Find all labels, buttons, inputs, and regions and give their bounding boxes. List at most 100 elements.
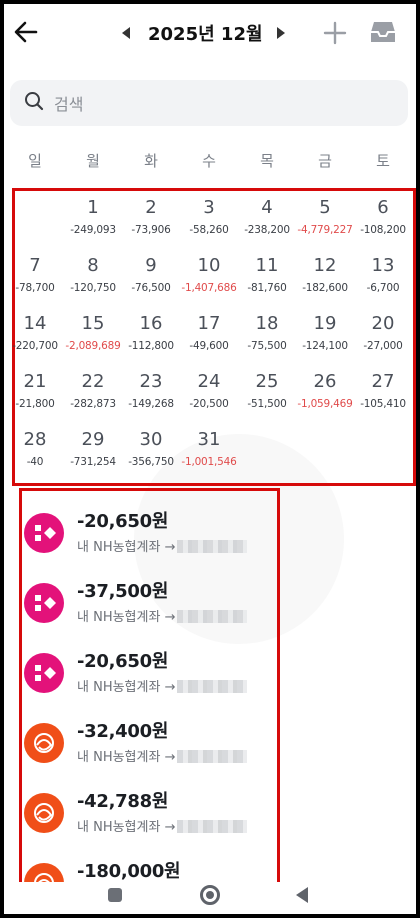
day-number: 22 (81, 371, 105, 392)
day-number: 29 (81, 429, 105, 450)
calendar-day[interactable]: 23 -149,268 (122, 371, 180, 410)
day-number: 7 (29, 255, 41, 276)
weekday-label: 금 (318, 152, 332, 170)
day-amount: -27,000 (363, 340, 403, 352)
day-number: 21 (23, 371, 47, 392)
calendar-day[interactable]: 6 -108,200 (354, 197, 412, 236)
inbox-icon[interactable] (370, 18, 396, 46)
calendar-day[interactable]: 10 -1,407,686 (180, 255, 238, 294)
transaction-description: 내 NH농협계좌 → (77, 676, 248, 695)
day-amount: -112,800 (128, 340, 174, 352)
transaction-row[interactable]: -42,788원내 NH농협계좌 → (22, 787, 277, 847)
calendar-day[interactable]: 8 -120,750 (64, 255, 122, 294)
transaction-row[interactable]: -20,650원 내 NH농협계좌 → (22, 507, 277, 567)
day-amount: -220,700 (12, 340, 58, 352)
calendar-day[interactable]: 19 -124,100 (296, 313, 354, 352)
day-amount: -40 (26, 456, 44, 468)
plus-icon[interactable] (322, 20, 348, 46)
home-button[interactable] (200, 885, 220, 905)
toss-pink-icon (24, 513, 64, 553)
day-number: 12 (313, 255, 337, 276)
day-amount: -6,700 (366, 282, 400, 294)
calendar-day[interactable]: 25 -51,500 (238, 371, 296, 410)
day-number: 20 (371, 313, 395, 334)
day-amount: -1,001,546 (181, 456, 237, 468)
transaction-amount: -180,000원 (77, 861, 181, 882)
day-amount: -182,600 (302, 282, 348, 294)
search-bar[interactable]: 검색 (10, 80, 408, 126)
day-number: 4 (261, 197, 273, 218)
day-amount: -75,500 (247, 340, 287, 352)
month-navigator: 2025년 12월 (122, 18, 285, 48)
transaction-amount: -37,500원 (77, 581, 169, 602)
back-arrow-icon[interactable] (10, 16, 42, 48)
day-amount: -20,500 (189, 398, 229, 410)
day-number: 17 (197, 313, 221, 334)
weekday-label: 수 (202, 152, 216, 170)
calendar-day[interactable]: 20 -27,000 (354, 313, 412, 352)
month-label[interactable]: 2025년 12월 (148, 20, 263, 46)
calendar-day[interactable]: 1 -249,093 (64, 197, 122, 236)
transaction-row[interactable]: -20,650원 내 NH농협계좌 → (22, 647, 277, 707)
calendar-day[interactable]: 7 -78,700 (6, 255, 64, 294)
day-number: 5 (319, 197, 331, 218)
day-amount: -81,760 (247, 282, 287, 294)
day-number: 1 (87, 197, 99, 218)
calendar-day[interactable]: 5 -4,779,227 (296, 197, 354, 236)
calendar-day[interactable]: 16 -112,800 (122, 313, 180, 352)
weekday-label: 목 (260, 152, 274, 170)
calendar-day[interactable]: 4 -238,200 (238, 197, 296, 236)
weekday-header: 일월화수목금토 (4, 150, 416, 176)
calendar-day[interactable]: 17 -49,600 (180, 313, 238, 352)
calendar-day[interactable]: 21 -21,800 (6, 371, 64, 410)
transaction-description: 내 NH농협계좌 → (77, 606, 248, 625)
recent-apps-button[interactable] (108, 888, 122, 902)
calendar-day[interactable]: 18 -75,500 (238, 313, 296, 352)
calendar-day[interactable]: 2 -73,906 (122, 197, 180, 236)
day-number: 27 (371, 371, 395, 392)
transaction-account-label: 내 NH농협계좌 → (77, 540, 176, 555)
chevron-right-icon[interactable] (276, 27, 285, 39)
chevron-left-icon[interactable] (122, 27, 130, 39)
transaction-amount: -42,788원 (77, 791, 169, 812)
day-number: 31 (197, 429, 221, 450)
day-amount: -51,500 (247, 398, 287, 410)
day-amount: -356,750 (128, 456, 174, 468)
calendar-day[interactable]: 14 -220,700 (6, 313, 64, 352)
day-number: 10 (197, 255, 221, 276)
transaction-row[interactable]: -37,500원내 NH농협계좌 → (22, 577, 277, 637)
day-number: 14 (23, 313, 47, 334)
calendar-day[interactable]: 3 -58,260 (180, 197, 238, 236)
calendar-day[interactable]: 24 -20,500 (180, 371, 238, 410)
day-number: 3 (203, 197, 215, 218)
transaction-list: -20,650원 내 NH농협계좌 → -37,500원 내 NH농협계좌 → -20,… (19, 488, 280, 886)
day-amount: -249,093 (70, 224, 116, 236)
back-button[interactable] (296, 887, 308, 903)
weekday-label: 화 (144, 152, 158, 170)
calendar-day[interactable]: 22 -282,873 (64, 371, 122, 410)
day-number: 25 (255, 371, 279, 392)
transaction-description: 내 NH농협계좌 → (77, 746, 248, 765)
weekday-label: 토 (376, 152, 390, 170)
calendar-day[interactable]: 30 -356,750 (122, 429, 180, 468)
day-amount: -108,200 (360, 224, 406, 236)
calendar-day[interactable]: 13 -6,700 (354, 255, 412, 294)
calendar-day[interactable]: 27 -105,410 (354, 371, 412, 410)
transaction-account-label: 내 NH농협계좌 → (77, 820, 176, 835)
day-number: 19 (313, 313, 337, 334)
calendar-day[interactable]: 31 -1,001,546 (180, 429, 238, 468)
calendar-day[interactable]: 15 -2,089,689 (64, 313, 122, 352)
calendar-day[interactable]: 28 -40 (6, 429, 64, 468)
calendar-day[interactable]: 26 -1,059,469 (296, 371, 354, 410)
day-number: 26 (313, 371, 337, 392)
transaction-row[interactable]: -32,400원 내 NH농협계좌 → (22, 717, 277, 777)
calendar-day[interactable]: 29 -731,254 (64, 429, 122, 468)
calendar-day[interactable]: 11 -81,760 (238, 255, 296, 294)
day-amount: -731,254 (70, 456, 116, 468)
weekday-label: 일 (28, 152, 42, 170)
calendar-day[interactable]: 9 -76,500 (122, 255, 180, 294)
day-amount: -21,800 (15, 398, 55, 410)
weekday-label: 월 (86, 152, 100, 170)
search-input[interactable]: 검색 (54, 91, 83, 115)
calendar-day[interactable]: 12 -182,600 (296, 255, 354, 294)
